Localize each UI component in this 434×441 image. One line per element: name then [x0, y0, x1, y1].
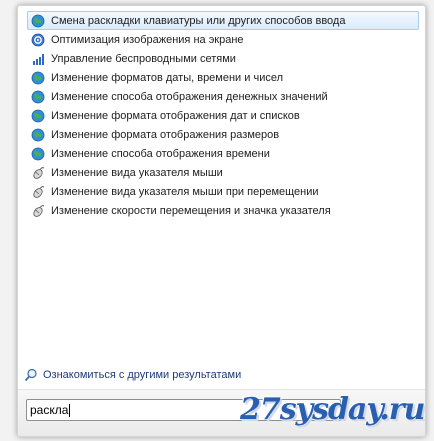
result-measurement-format[interactable]: Изменение формата отображения размеров — [27, 125, 419, 144]
result-label: Смена раскладки клавиатуры или других сп… — [51, 14, 346, 27]
result-label: Изменение скорости перемещения и значка … — [51, 204, 331, 217]
region-globe-icon — [31, 90, 45, 104]
result-time-display[interactable]: Изменение способа отображения времени — [27, 144, 419, 163]
site-watermark: 27sysday.ru — [240, 392, 425, 427]
result-date-time-number-formats[interactable]: Изменение форматов даты, времени и чисел — [27, 68, 419, 87]
result-label: Изменение формата отображения размеров — [51, 128, 280, 141]
result-label: Изменение способа отображения денежных з… — [51, 90, 328, 103]
result-label: Управление беспроводными сетями — [51, 52, 236, 65]
result-currency-display[interactable]: Изменение способа отображения денежных з… — [27, 87, 419, 106]
start-menu-search-panel: Смена раскладки клавиатуры или других сп… — [17, 5, 426, 437]
network-icon — [31, 52, 45, 66]
search-input-value: раскла — [30, 403, 69, 417]
result-label: Изменение формата отображения дат и спис… — [51, 109, 300, 122]
region-globe-icon — [31, 109, 45, 123]
result-mouse-pointer-look[interactable]: Изменение вида указателя мыши — [27, 163, 419, 182]
magnifier-icon — [24, 368, 38, 382]
result-mouse-pointer-move[interactable]: Изменение вида указателя мыши при переме… — [27, 182, 419, 201]
see-more-results-link[interactable]: Ознакомиться с другими результатами — [24, 368, 241, 382]
result-wireless-networks[interactable]: Управление беспроводными сетями — [27, 49, 419, 68]
mouse-icon — [31, 166, 45, 180]
result-optimize-display[interactable]: Оптимизация изображения на экране — [27, 30, 419, 49]
text-caret — [69, 403, 71, 417]
region-globe-icon — [31, 128, 45, 142]
result-label: Изменение вида указателя мыши при переме… — [51, 185, 319, 198]
mouse-icon — [31, 204, 45, 218]
result-date-list-format[interactable]: Изменение формата отображения дат и спис… — [27, 106, 419, 125]
result-label: Изменение способа отображения времени — [51, 147, 270, 160]
mouse-icon — [31, 185, 45, 199]
result-label: Изменение форматов даты, времени и чисел — [51, 71, 284, 84]
region-globe-icon — [31, 14, 45, 28]
search-results-list: Смена раскладки клавиатуры или других сп… — [27, 11, 419, 220]
result-label: Изменение вида указателя мыши — [51, 166, 223, 179]
see-more-results-label: Ознакомиться с другими результатами — [43, 369, 242, 381]
result-change-keyboard-input[interactable]: Смена раскладки клавиатуры или других сп… — [27, 11, 419, 30]
region-globe-icon — [31, 71, 45, 85]
result-pointer-speed[interactable]: Изменение скорости перемещения и значка … — [27, 201, 419, 220]
region-globe-icon — [31, 147, 45, 161]
ease-of-access-icon — [31, 33, 45, 47]
result-label: Оптимизация изображения на экране — [51, 33, 244, 46]
